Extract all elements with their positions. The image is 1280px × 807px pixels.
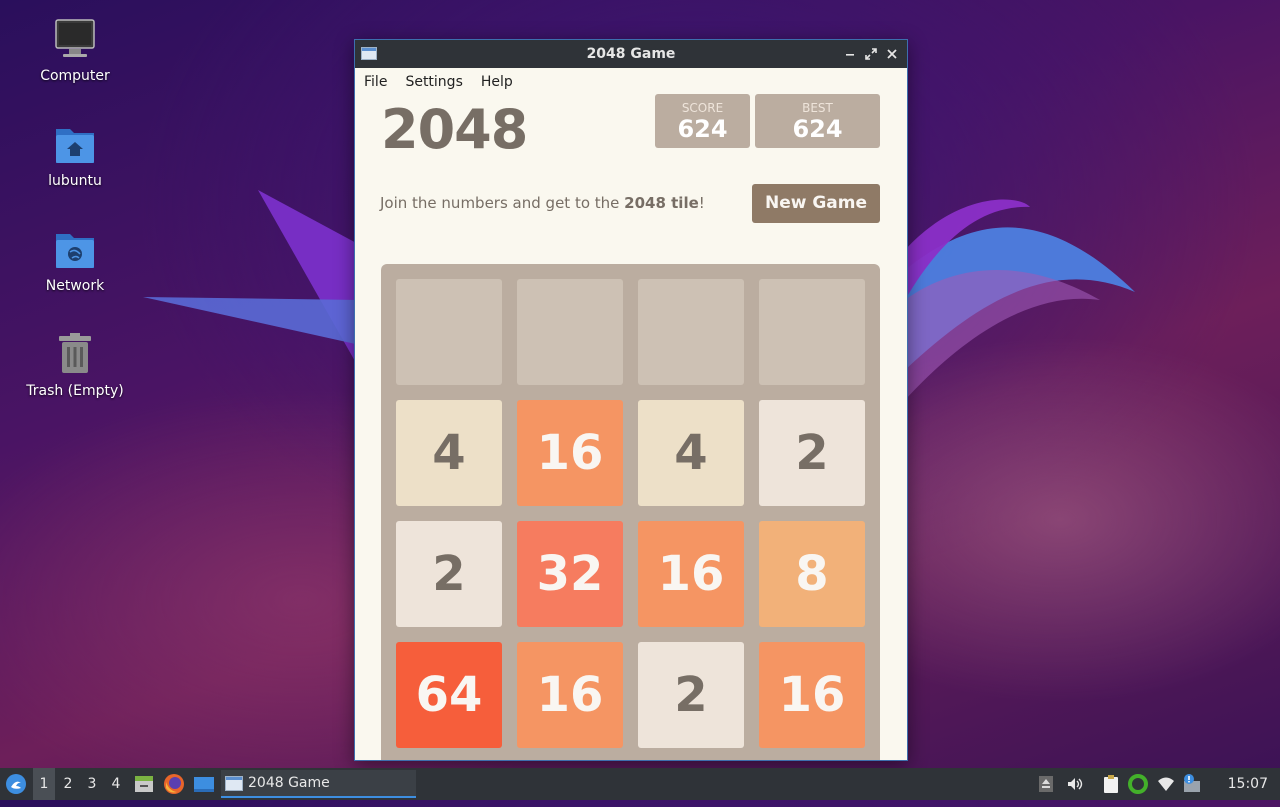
tile-16: 16 xyxy=(517,400,623,506)
window-title: 2048 Game xyxy=(586,46,676,62)
tile-2: 2 xyxy=(638,642,744,748)
desktop-icon-label: Trash (Empty) xyxy=(26,383,124,399)
taskbar-window-button[interactable]: 2048 Game xyxy=(221,770,416,798)
clipboard-icon[interactable] xyxy=(1100,768,1122,800)
best-box: BEST 624 xyxy=(755,94,880,148)
window-app-icon xyxy=(225,776,243,791)
desktop-icon-network[interactable]: Network xyxy=(20,228,130,294)
game-board[interactable]: 4 16 4 2 2 32 16 8 64 16 2 16 xyxy=(381,264,880,760)
tile-2: 2 xyxy=(759,400,865,506)
tile-16: 16 xyxy=(517,642,623,748)
minimize-icon[interactable] xyxy=(841,44,859,64)
close-icon[interactable] xyxy=(883,44,901,64)
new-game-button[interactable]: New Game xyxy=(752,184,880,223)
intro-suffix: ! xyxy=(698,194,705,212)
intro-highlight: 2048 tile xyxy=(624,194,699,212)
menu-bar: File Settings Help xyxy=(355,68,907,96)
empty-cell xyxy=(396,279,502,385)
tile-4: 4 xyxy=(638,400,744,506)
volume-icon[interactable] xyxy=(1064,768,1086,800)
file-manager-icon[interactable] xyxy=(133,768,155,800)
update-ring-icon[interactable] xyxy=(1127,768,1149,800)
best-label: BEST xyxy=(802,101,833,115)
menu-help[interactable]: Help xyxy=(472,68,522,90)
menu-settings[interactable]: Settings xyxy=(396,68,471,90)
computer-icon xyxy=(53,18,97,62)
tile-32: 32 xyxy=(517,521,623,627)
workspace-1[interactable]: 1 xyxy=(33,768,55,800)
desktop-icon-label: Computer xyxy=(40,68,110,84)
score-value: 624 xyxy=(677,115,728,143)
score-label: SCORE xyxy=(681,101,724,115)
game-window: 2048 Game File Settings Help 2048 SCORE 62… xyxy=(354,39,908,761)
home-folder-icon xyxy=(53,123,97,167)
workspace-3[interactable]: 3 xyxy=(81,768,103,800)
show-desktop-icon[interactable] xyxy=(192,768,216,800)
desktop-icon-computer[interactable]: Computer xyxy=(20,18,130,84)
wifi-icon[interactable] xyxy=(1156,768,1176,800)
eject-icon[interactable] xyxy=(1036,768,1056,800)
tile-8: 8 xyxy=(759,521,865,627)
intro-prefix: Join the numbers and get to the xyxy=(380,194,625,212)
trash-icon xyxy=(53,333,97,377)
desktop-icon-trash[interactable]: Trash (Empty) xyxy=(20,333,130,399)
menu-file[interactable]: File xyxy=(355,68,396,90)
tile-2: 2 xyxy=(396,521,502,627)
network-folder-icon xyxy=(53,228,97,272)
taskbar: 1 2 3 4 2048 Game 15:07 xyxy=(0,768,1280,800)
intro-text: Join the numbers and get to the 2048 til… xyxy=(380,194,705,212)
tile-4: 4 xyxy=(396,400,502,506)
workspace-2[interactable]: 2 xyxy=(57,768,79,800)
clock: 15:07 xyxy=(1227,776,1268,792)
empty-cell xyxy=(517,279,623,385)
score-box: SCORE 624 xyxy=(655,94,750,148)
desktop-icon-label: Network xyxy=(45,278,105,294)
desktop-icon-label: lubuntu xyxy=(48,173,102,189)
tile-16: 16 xyxy=(638,521,744,627)
empty-cell xyxy=(759,279,865,385)
tile-64: 64 xyxy=(396,642,502,748)
desktop-icon-home[interactable]: lubuntu xyxy=(20,123,130,189)
notification-icon[interactable] xyxy=(1181,768,1203,800)
workspace-4[interactable]: 4 xyxy=(105,768,127,800)
game-title: 2048 xyxy=(381,98,528,161)
firefox-icon[interactable] xyxy=(163,768,185,800)
maximize-icon[interactable] xyxy=(862,44,880,64)
start-menu-icon[interactable] xyxy=(4,768,28,800)
taskbar-window-label: 2048 Game xyxy=(248,775,330,791)
empty-cell xyxy=(638,279,744,385)
window-titlebar[interactable]: 2048 Game xyxy=(355,40,907,68)
tile-16: 16 xyxy=(759,642,865,748)
best-value: 624 xyxy=(792,115,843,143)
